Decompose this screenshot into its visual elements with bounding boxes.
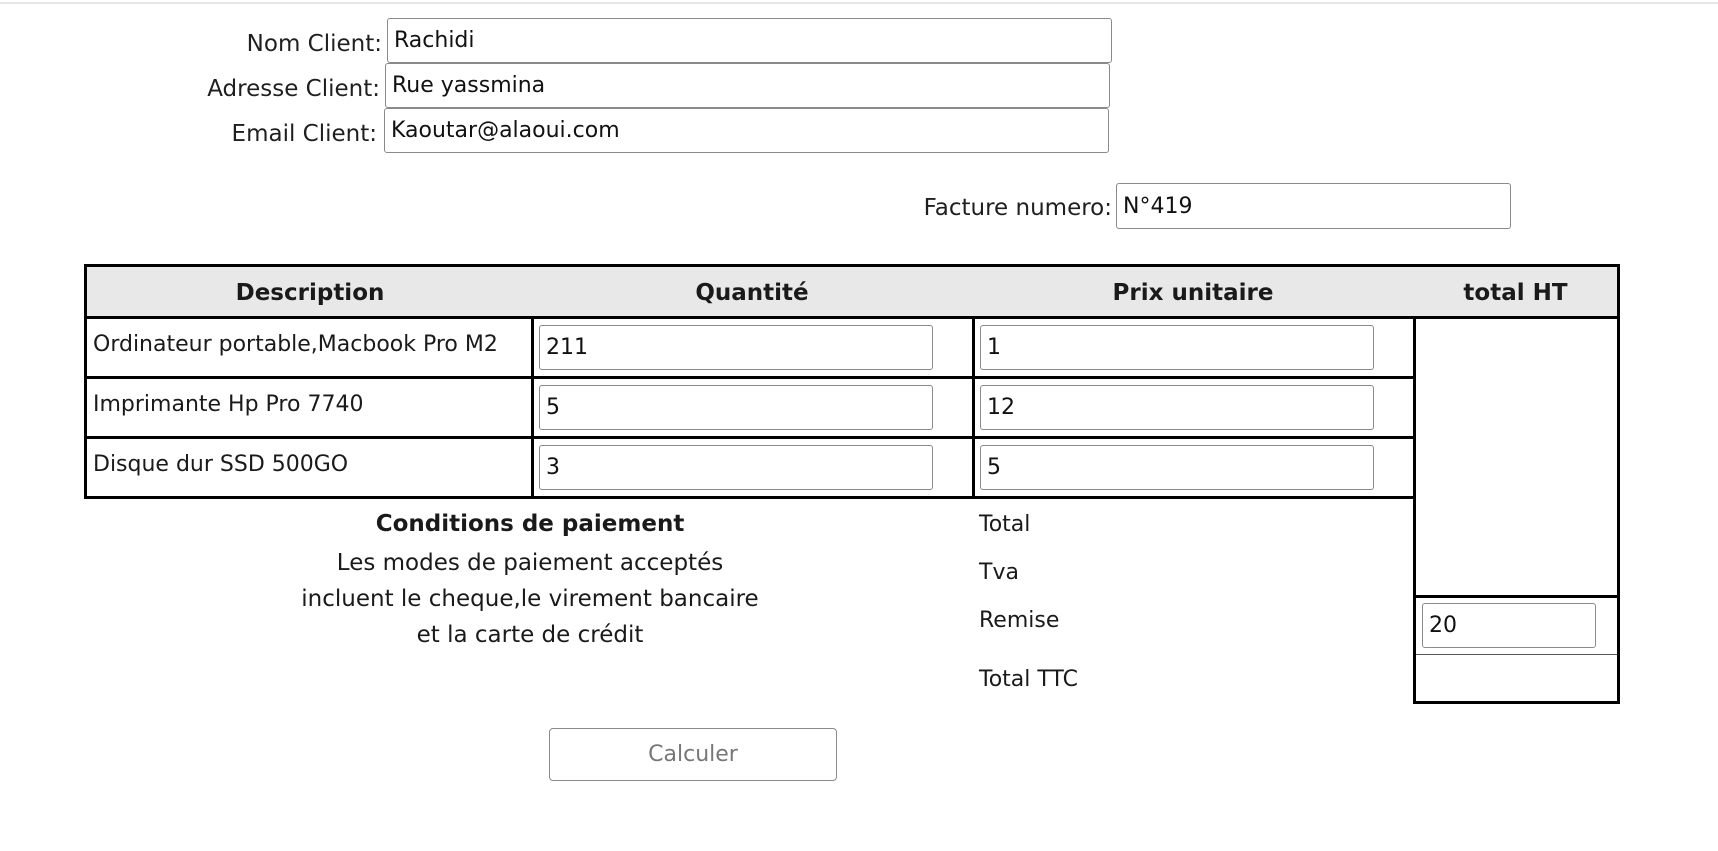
client-address-input[interactable] <box>385 63 1110 108</box>
payment-conditions-title: Conditions de paiement <box>375 511 685 537</box>
col-divider <box>1413 316 1416 704</box>
row-2-unit-price-input[interactable] <box>980 385 1374 430</box>
row-2-description: Imprimante Hp Pro 7740 <box>93 392 364 417</box>
tva-label: Tva <box>979 560 1019 585</box>
remise-border-bottom <box>1416 654 1618 655</box>
remise-label: Remise <box>979 608 1060 633</box>
client-email-input[interactable] <box>384 108 1109 153</box>
row-3-description: Disque dur SSD 500GO <box>93 452 349 477</box>
total-label: Total <box>979 512 1031 537</box>
table-border-left <box>84 264 87 499</box>
row-1-quantity-input[interactable] <box>539 325 933 370</box>
col-divider <box>531 316 534 499</box>
row-divider <box>84 436 1416 439</box>
totals-border-bottom <box>1413 701 1620 704</box>
row-divider <box>84 496 1416 499</box>
row-divider <box>84 376 1416 379</box>
header-quantity: Quantité <box>695 280 809 306</box>
calculate-button[interactable]: Calculer <box>549 728 837 781</box>
payment-conditions-text: Les modes de paiement acceptés incluent … <box>301 550 759 648</box>
header-unit-price: Prix unitaire <box>1112 280 1274 306</box>
table-border-right <box>1617 264 1620 704</box>
row-3-quantity-input[interactable] <box>539 445 933 490</box>
remise-input[interactable] <box>1422 603 1596 648</box>
table-border-top <box>84 264 1620 267</box>
header-description: Description <box>235 280 385 306</box>
invoice-number-label: Facture numero: <box>923 195 1112 221</box>
table-header-border <box>84 316 1620 319</box>
client-address-label: Adresse Client: <box>207 76 380 102</box>
total-ttc-label: Total TTC <box>979 667 1078 692</box>
row-3-unit-price-input[interactable] <box>980 445 1374 490</box>
row-2-quantity-input[interactable] <box>539 385 933 430</box>
top-divider <box>0 2 1718 4</box>
row-1-unit-price-input[interactable] <box>980 325 1374 370</box>
header-total-ht: total HT <box>1463 280 1568 306</box>
col-divider <box>972 316 975 499</box>
remise-border-top <box>1413 595 1620 598</box>
client-name-label: Nom Client: <box>246 31 382 57</box>
client-email-label: Email Client: <box>231 121 377 147</box>
client-name-input[interactable] <box>387 18 1112 63</box>
row-1-description: Ordinateur portable,Macbook Pro M2 <box>93 332 498 357</box>
invoice-number-input[interactable] <box>1116 183 1511 229</box>
